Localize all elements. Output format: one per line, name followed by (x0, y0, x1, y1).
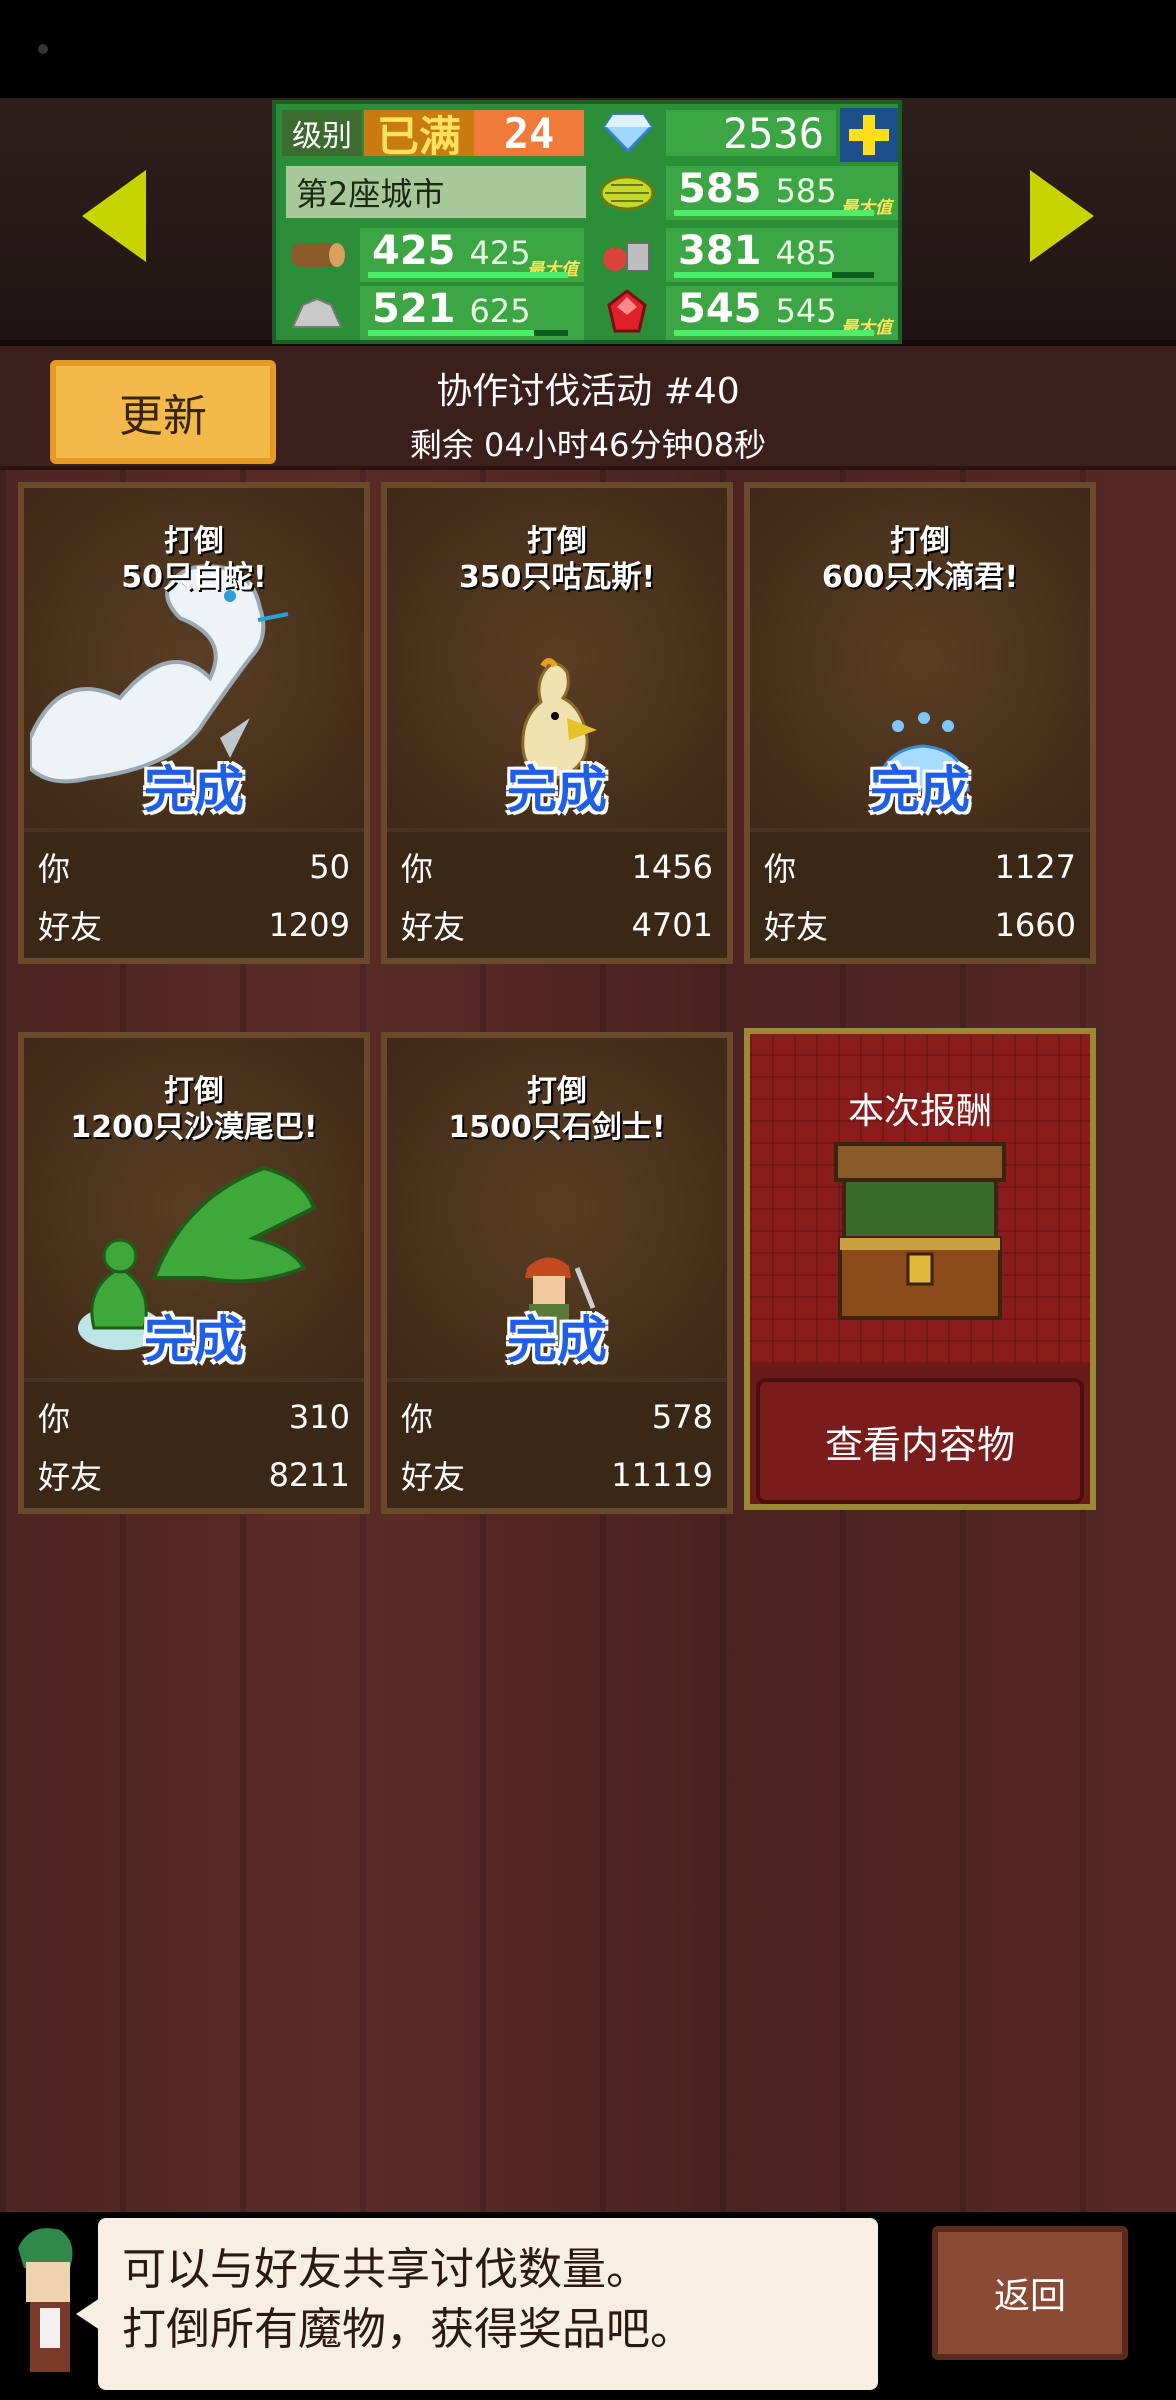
food-value: 381 485 (666, 228, 898, 282)
friend-row: 好友 1209 (38, 906, 350, 946)
mission-card[interactable]: 打倒 50只白蛇! 完成 你 50 好友 1209 (18, 482, 370, 964)
footer-bar: 可以与好友共享讨伐数量。 打倒所有魔物，获得奖品吧。 返回 (0, 2212, 1176, 2400)
reward-background: 本次报酬 (750, 1034, 1090, 1364)
you-row: 你 310 (38, 1398, 350, 1438)
plus-icon (849, 115, 889, 155)
friend-row: 好友 8211 (38, 1456, 350, 1496)
camera-dot (38, 44, 48, 54)
event-title-row: 更新 协作讨伐活动 #40 剩余 04小时46分钟08秒 (0, 346, 1176, 470)
friend-count: 1209 (268, 906, 350, 944)
ruby-value: 545 545 最大值 (666, 286, 898, 340)
stone-icon (282, 286, 352, 340)
mission-card[interactable]: 打倒 1500只石剑士! 完成 你 578 好友 11119 (381, 1032, 733, 1514)
you-row: 你 1456 (401, 848, 713, 888)
speech-tail (76, 2298, 100, 2330)
friend-count: 8211 (268, 1456, 350, 1494)
friend-row: 好友 4701 (401, 906, 713, 946)
advisor-speech-bubble: 可以与好友共享讨伐数量。 打倒所有魔物，获得奖品吧。 (76, 2218, 878, 2390)
friend-count: 11119 (611, 1456, 713, 1494)
diamond-icon (594, 110, 662, 156)
refresh-button[interactable]: 更新 (50, 360, 276, 464)
mission-text: 打倒 600只水滴君! (821, 524, 1019, 595)
mission-art: 打倒 1200只沙漠尾巴! 完成 (24, 1038, 364, 1378)
add-gems-button[interactable] (840, 108, 898, 162)
complete-label: 完成 (870, 761, 970, 819)
friend-row: 好友 11119 (401, 1456, 713, 1496)
mission-text: 打倒 50只白蛇! (121, 524, 267, 595)
mission-text: 打倒 1500只石剑士! (448, 1074, 666, 1145)
mission-art: 打倒 1500只石剑士! 完成 (387, 1038, 727, 1378)
mission-text: 打倒 350只咕瓦斯! (458, 524, 656, 595)
wood-icon (282, 228, 352, 282)
crop-icon (592, 166, 662, 220)
you-count: 1127 (994, 848, 1076, 886)
gem-count: 2536 (666, 109, 836, 158)
complete-label: 完成 (144, 761, 244, 819)
level-label: 级别 (282, 110, 362, 156)
you-row: 你 578 (401, 1398, 713, 1438)
you-row: 你 50 (38, 848, 350, 888)
event-title: 协作讨伐活动 #40 (436, 371, 740, 412)
message-line-2: 打倒所有魔物，获得奖品吧。 (122, 2304, 694, 2355)
treasure-chest-icon (834, 1142, 1006, 1320)
message-line-1: 可以与好友共享讨伐数量。 (122, 2244, 650, 2295)
next-city-arrow-icon[interactable] (1030, 170, 1094, 262)
complete-label: 完成 (507, 761, 607, 819)
reward-panel: 本次报酬 查看内容物 (744, 1028, 1096, 1510)
reward-title: 本次报酬 (847, 1091, 992, 1132)
you-count: 578 (651, 1398, 713, 1436)
stats-panel: 级别 已满 24 2536 第2座城市 425425 最大值 521625 (272, 100, 902, 344)
mission-card[interactable]: 打倒 1200只沙漠尾巴! 完成 你 310 好友 8211 (18, 1032, 370, 1514)
you-count: 50 (309, 848, 350, 886)
mission-art: 打倒 350只咕瓦斯! 完成 (387, 488, 727, 828)
complete-label: 完成 (507, 1311, 607, 1369)
mission-card[interactable]: 打倒 600只水滴君! 完成 你 1127 好友 1660 (744, 482, 1096, 964)
friend-count: 4701 (631, 906, 713, 944)
friend-row: 好友 1660 (764, 906, 1076, 946)
ruby-icon (592, 286, 662, 340)
mission-art: 打倒 600只水滴君! 完成 (750, 488, 1090, 828)
complete-label: 完成 (144, 1311, 244, 1369)
food-icon (592, 228, 662, 282)
header-panel: 级别 已满 24 2536 第2座城市 425425 最大值 521625 (0, 98, 1176, 346)
stone-value: 521 625 (360, 286, 584, 340)
view-contents-button[interactable]: 查看内容物 (756, 1378, 1084, 1504)
you-count: 310 (288, 1398, 350, 1436)
you-count: 1456 (631, 848, 713, 886)
event-board: 更新 协作讨伐活动 #40 剩余 04小时46分钟08秒 打倒 50只白蛇! 完成… (0, 346, 1176, 2212)
mission-text: 打倒 1200只沙漠尾巴! (70, 1074, 318, 1145)
prev-city-arrow-icon[interactable] (82, 170, 146, 262)
mission-card[interactable]: 打倒 350只咕瓦斯! 完成 你 1456 好友 4701 (381, 482, 733, 964)
crop-value: 585 585 最大值 (666, 166, 898, 220)
you-row: 你 1127 (764, 848, 1076, 888)
level-value: 24 (474, 109, 584, 158)
mission-art: 打倒 50只白蛇! 完成 (24, 488, 364, 828)
level-max-badge: 已满 (364, 110, 474, 161)
wood-value: 425 425 最大值 (360, 228, 584, 282)
back-button[interactable]: 返回 (932, 2226, 1128, 2360)
friend-count: 1660 (994, 906, 1076, 944)
status-bar (0, 0, 1176, 98)
city-name: 第2座城市 (286, 166, 586, 218)
event-time-left: 剩余 04小时46分钟08秒 (409, 426, 767, 464)
